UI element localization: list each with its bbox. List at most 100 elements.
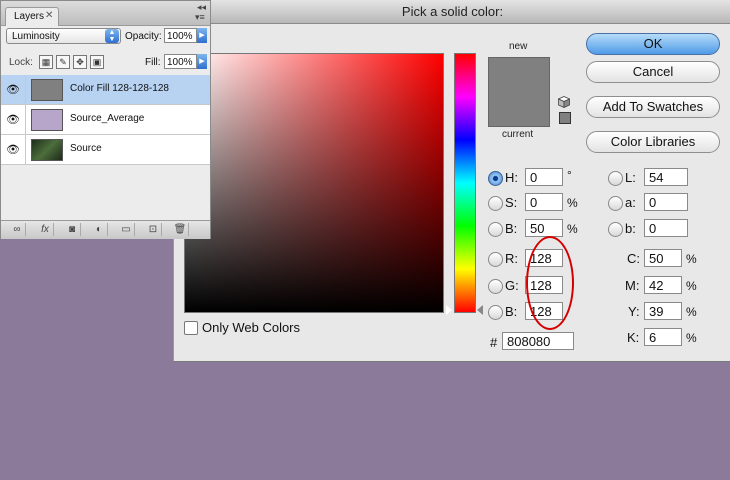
green-label: G:: [505, 278, 519, 293]
new-color-label: new: [509, 41, 528, 52]
hue-slider[interactable]: [454, 53, 476, 313]
layer-name: Color Fill 128-128-128: [70, 83, 169, 94]
fx-icon[interactable]: fx: [37, 223, 54, 236]
web-safe-swatch[interactable]: [559, 112, 571, 124]
cancel-button[interactable]: Cancel: [586, 61, 720, 83]
saturation-radio[interactable]: [488, 196, 503, 211]
layer-name: Source: [70, 143, 102, 154]
eye-icon: 👁: [6, 84, 20, 96]
blue-label: B:: [505, 304, 518, 319]
hex-label: #: [490, 335, 498, 350]
black-label: K:: [627, 330, 640, 345]
link-layers-icon[interactable]: ∞: [9, 223, 26, 236]
lab-a-label: a:: [625, 195, 636, 210]
tab-layers[interactable]: Layers ✕: [5, 7, 59, 26]
lab-b-input[interactable]: 0: [644, 219, 688, 237]
web-safe-cube-icon[interactable]: [558, 96, 570, 108]
brightness-unit: %: [567, 222, 578, 236]
hue-slider-right-arrow-icon[interactable]: [477, 305, 483, 315]
layers-panel: Layers ✕ ◂◂ ▾≡ Luminosity ▲ ▼ Opacity: 10…: [0, 0, 211, 239]
lab-a-radio[interactable]: [608, 196, 623, 211]
fill-arrow-icon[interactable]: ▶: [197, 54, 207, 69]
lab-a-input[interactable]: 0: [644, 193, 688, 211]
lab-l-radio[interactable]: [608, 171, 623, 186]
add-to-swatches-button[interactable]: Add To Swatches: [586, 96, 720, 118]
magenta-unit: %: [686, 279, 697, 293]
hue-input[interactable]: 0: [525, 168, 563, 186]
magenta-label: M:: [625, 278, 640, 293]
opacity-arrow-icon[interactable]: ▶: [197, 28, 207, 43]
hex-input[interactable]: 808080: [502, 332, 574, 350]
current-color-label: current: [502, 129, 534, 140]
close-icon[interactable]: ✕: [45, 10, 53, 21]
black-unit: %: [686, 331, 697, 345]
black-input[interactable]: 6: [644, 328, 682, 346]
trash-icon[interactable]: 🗑: [172, 223, 189, 236]
color-preview-swatch: [488, 57, 550, 127]
lab-b-radio[interactable]: [608, 222, 623, 237]
lock-all-icon[interactable]: ▣: [90, 55, 104, 69]
color-libraries-button[interactable]: Color Libraries: [586, 131, 720, 153]
new-group-icon[interactable]: ▭: [118, 223, 135, 236]
lab-b-label: b:: [625, 221, 636, 236]
select-arrows-icon[interactable]: ▲ ▼: [105, 29, 119, 43]
brightness-input[interactable]: 50: [525, 219, 563, 237]
hue-label: H:: [505, 170, 518, 185]
saturation-unit: %: [567, 196, 578, 210]
layer-row-source[interactable]: 👁 Source: [1, 135, 210, 165]
yellow-unit: %: [686, 305, 697, 319]
add-mask-icon[interactable]: ◙: [64, 223, 81, 236]
hue-unit: °: [567, 168, 572, 182]
layer-thumbnail: [31, 79, 63, 101]
dialog-title: Pick a solid color:: [174, 0, 730, 24]
adjustment-layer-icon[interactable]: ◐: [91, 223, 108, 236]
cyan-input[interactable]: 50: [644, 249, 682, 267]
red-radio[interactable]: [488, 252, 503, 267]
color-field[interactable]: [184, 53, 444, 313]
color-picker-dialog: Pick a solid color: Only Web Colors new …: [173, 0, 730, 362]
brightness-label: B:: [505, 221, 518, 236]
only-web-colors-checkbox[interactable]: [184, 321, 198, 335]
lab-l-input[interactable]: 54: [644, 168, 688, 186]
visibility-toggle[interactable]: 👁: [1, 105, 26, 134]
ok-button[interactable]: OK: [586, 33, 720, 55]
lock-position-icon[interactable]: ✥: [73, 55, 87, 69]
brightness-radio[interactable]: [488, 222, 503, 237]
fill-label: Fill:: [145, 57, 161, 68]
blend-mode-select[interactable]: Luminosity: [6, 28, 121, 44]
new-layer-icon[interactable]: ⊡: [145, 223, 162, 236]
saturation-input[interactable]: 0: [525, 193, 563, 211]
layer-row-source-average[interactable]: 👁 Source_Average: [1, 105, 210, 135]
opacity-input[interactable]: 100%: [164, 28, 197, 43]
cyan-unit: %: [686, 252, 697, 266]
layer-thumbnail: [31, 139, 63, 161]
hue-radio[interactable]: [488, 171, 503, 186]
lab-l-label: L:: [625, 170, 636, 185]
eye-icon: 👁: [6, 114, 20, 126]
layer-thumbnail: [31, 109, 63, 131]
yellow-label: Y:: [628, 304, 640, 319]
opacity-label: Opacity:: [125, 31, 162, 42]
visibility-toggle[interactable]: 👁: [1, 75, 26, 104]
layers-panel-header: Layers ✕ ◂◂ ▾≡: [1, 1, 210, 26]
lock-transparency-icon[interactable]: ▦: [39, 55, 53, 69]
panel-menu-icon[interactable]: ▾≡: [195, 12, 205, 23]
cyan-label: C:: [627, 251, 640, 266]
layers-footer: ∞ fx ◙ ◐ ▭ ⊡ 🗑: [1, 220, 210, 239]
saturation-label: S:: [505, 195, 518, 210]
only-web-colors-label: Only Web Colors: [202, 320, 301, 335]
fill-input[interactable]: 100%: [164, 54, 197, 69]
lock-label: Lock:: [9, 57, 33, 68]
red-label: R:: [505, 251, 518, 266]
hue-slider-left-arrow-icon[interactable]: [446, 305, 452, 315]
tab-layers-label: Layers: [14, 11, 45, 22]
yellow-input[interactable]: 39: [644, 302, 682, 320]
visibility-toggle[interactable]: 👁: [1, 135, 26, 164]
blue-radio[interactable]: [488, 305, 503, 320]
layer-name: Source_Average: [70, 113, 145, 124]
lock-pixels-icon[interactable]: ✎: [56, 55, 70, 69]
eye-icon: 👁: [6, 144, 20, 156]
magenta-input[interactable]: 42: [644, 276, 682, 294]
green-radio[interactable]: [488, 279, 503, 294]
layer-row-color-fill[interactable]: 👁 Color Fill 128-128-128: [1, 75, 210, 105]
